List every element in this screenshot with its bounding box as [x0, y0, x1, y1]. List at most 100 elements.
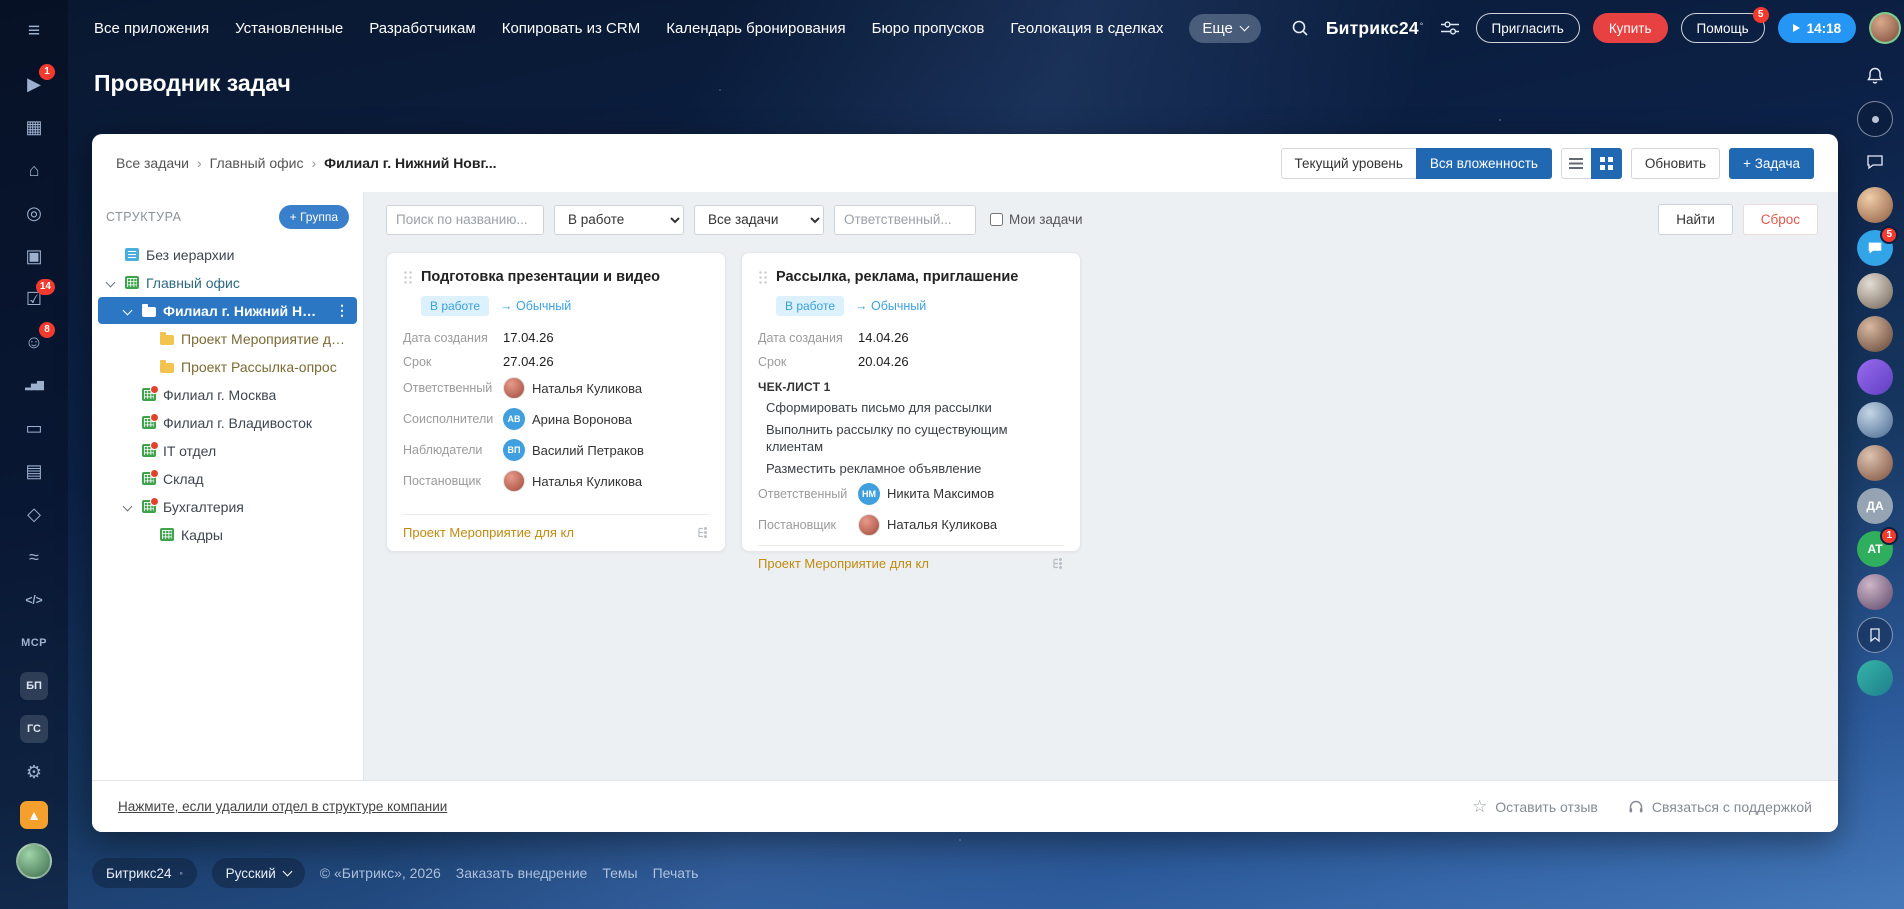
topnav-item-geolocation[interactable]: Геолокация в сделках — [1010, 20, 1163, 37]
drag-handle-icon[interactable] — [758, 270, 768, 284]
time-tracker-button[interactable]: 14:18 — [1777, 13, 1857, 43]
task-card-presentation[interactable]: Подготовка презентации и видео В работе … — [386, 252, 726, 552]
user-link[interactable]: Наталья Куликова — [532, 381, 642, 396]
checklist-item[interactable]: Разместить рекламное объявление — [758, 461, 1064, 478]
tree-item-branch-moscow[interactable]: Филиал г. Москва — [98, 381, 357, 408]
mail-icon[interactable]: ▤ — [17, 454, 51, 488]
status-select[interactable]: В работе — [554, 204, 684, 235]
tree-item-accounting[interactable]: Бухгалтерия — [98, 493, 357, 520]
language-selector[interactable]: Русский — [211, 858, 305, 888]
avatar[interactable] — [1857, 187, 1893, 223]
checklist-title[interactable]: ЧЕК-ЛИСТ 1 — [758, 380, 1064, 394]
profile-avatar[interactable] — [1869, 12, 1902, 44]
analytics-icon[interactable]: ▂▅▇ — [17, 368, 51, 402]
list-view-button[interactable] — [1560, 147, 1592, 179]
topnav-item-developers[interactable]: Разработчикам — [369, 20, 475, 37]
messenger-icon[interactable]: ▶ 1 — [17, 64, 55, 101]
messenger-chat-icon[interactable]: 5 — [1857, 226, 1898, 266]
task-card-mailing[interactable]: Рассылка, реклама, приглашение В работе … — [741, 252, 1081, 571]
planner-icon[interactable]: ▦ — [17, 110, 51, 144]
hierarchy-icon[interactable] — [696, 526, 709, 539]
deleted-department-link[interactable]: Нажмите, если удалили отдел в структуре … — [118, 799, 447, 814]
chevron-down-icon[interactable] — [121, 500, 135, 514]
search-input[interactable] — [386, 204, 544, 235]
bp-app-icon[interactable]: БП — [17, 669, 51, 703]
add-task-button[interactable]: + Задача — [1729, 147, 1814, 179]
app-icon-teal[interactable] — [1857, 660, 1893, 696]
tree-item-project-mailing[interactable]: Проект Рассылка-опрос — [98, 353, 357, 380]
tree-item-branch-vladivostok[interactable]: Филиал г. Владивосток — [98, 409, 357, 436]
bitrix24-footer-button[interactable]: Битрикс24 — [92, 858, 197, 888]
task-title[interactable]: Рассылка, реклама, приглашение — [776, 268, 1018, 286]
tree-item-kadry[interactable]: Кадры — [98, 521, 357, 548]
chat-icon[interactable] — [1857, 144, 1893, 180]
print-link[interactable]: Печать — [653, 865, 699, 881]
topnav-item-copy-from-crm[interactable]: Копировать из CRM — [502, 20, 641, 37]
kebab-menu-icon[interactable]: ⋮ — [331, 302, 353, 319]
hamburger-menu-icon[interactable]: ≡ — [17, 14, 51, 48]
avatar-initials[interactable]: AT 1 — [1857, 527, 1898, 567]
my-tasks-checkbox[interactable] — [990, 213, 1003, 226]
task-kind-select[interactable]: Все задачи — [694, 204, 824, 235]
grid-view-button[interactable] — [1590, 147, 1622, 179]
bookmark-icon[interactable] — [1857, 617, 1893, 653]
project-link[interactable]: Проект Мероприятие для кл — [758, 556, 929, 571]
find-button[interactable]: Найти — [1658, 204, 1733, 235]
priority-label[interactable]: Обычный — [500, 299, 571, 313]
themes-link[interactable]: Темы — [602, 865, 637, 881]
avatar[interactable] — [1857, 574, 1893, 610]
project-link[interactable]: Проект Мероприятие для кл — [403, 525, 574, 540]
add-group-button[interactable]: + Группа — [278, 205, 349, 229]
drag-handle-icon[interactable] — [403, 270, 413, 284]
tasks-icon[interactable]: ☑ 14 — [17, 279, 55, 316]
support-link[interactable]: Связаться с поддержкой — [1628, 799, 1812, 815]
chevron-down-icon[interactable] — [121, 304, 135, 318]
user-link[interactable]: Василий Петраков — [532, 443, 644, 458]
breadcrumb-all-tasks[interactable]: Все задачи — [116, 155, 210, 171]
user-link[interactable]: Наталья Куликова — [887, 517, 997, 532]
company-icon[interactable]: ⌂ — [17, 153, 51, 187]
refresh-button[interactable]: Обновить — [1630, 147, 1721, 179]
user-link[interactable]: Арина Воронова — [532, 412, 632, 427]
developer-icon[interactable]: </> — [17, 583, 51, 617]
tree-item-project-event[interactable]: Проект Мероприятие для ... — [98, 325, 357, 352]
invite-button[interactable]: Пригласить — [1475, 13, 1580, 43]
disk-icon[interactable]: ≈ — [17, 540, 51, 574]
checklist-item[interactable]: Выполнить рассылку по существующим клиен… — [758, 422, 1064, 456]
hierarchy-icon[interactable] — [1051, 557, 1064, 570]
reset-button[interactable]: Сброс — [1742, 204, 1818, 235]
user-link[interactable]: Наталья Куликова — [532, 474, 642, 489]
order-implementation-link[interactable]: Заказать внедрение — [456, 865, 588, 881]
tree-item-warehouse[interactable]: Склад — [98, 465, 357, 492]
mcp-item[interactable]: МСР — [17, 626, 51, 660]
my-tasks-toggle[interactable]: Мои задачи — [990, 212, 1083, 227]
chevron-down-icon[interactable] — [104, 276, 118, 290]
crm-icon[interactable]: ◎ — [17, 196, 51, 230]
market-icon[interactable]: ▣ — [17, 239, 51, 273]
sites-icon[interactable]: ▭ — [17, 411, 51, 445]
tree-item-head-office[interactable]: Главный офис — [98, 269, 357, 296]
notifications-bell-icon[interactable] — [1857, 58, 1893, 94]
warehouse-icon[interactable]: ◇ — [17, 497, 51, 531]
avatar[interactable] — [1857, 445, 1893, 481]
topnav-item-booking-calendar[interactable]: Календарь бронирования — [666, 20, 845, 37]
buy-button[interactable]: Купить — [1592, 13, 1668, 43]
hr-icon[interactable]: ☺ 8 — [17, 322, 55, 359]
feedback-link[interactable]: ☆ Оставить отзыв — [1472, 798, 1598, 815]
topnav-more-button[interactable]: Еще — [1189, 13, 1261, 43]
tree-item-it-department[interactable]: IT отдел — [98, 437, 357, 464]
topnav-item-installed[interactable]: Установленные — [235, 20, 343, 37]
gs-app-icon[interactable]: ГС — [17, 712, 51, 746]
current-level-button[interactable]: Текущий уровень — [1280, 147, 1417, 179]
avatar[interactable] — [1857, 273, 1893, 309]
avatar-initials[interactable]: ДА — [1857, 488, 1893, 524]
tree-item-no-hierarchy[interactable]: Без иерархии — [98, 241, 357, 268]
breadcrumb-head-office[interactable]: Главный офис — [210, 155, 325, 171]
app-icon-purple[interactable] — [1857, 359, 1893, 395]
settings-gear-icon[interactable]: ⚙ — [17, 755, 51, 789]
responsible-input[interactable] — [834, 204, 976, 235]
user-link[interactable]: Никита Максимов — [887, 486, 994, 501]
avatar[interactable] — [1857, 316, 1893, 352]
search-icon[interactable] — [1287, 15, 1313, 41]
topnav-item-pass-office[interactable]: Бюро пропусков — [872, 20, 985, 37]
